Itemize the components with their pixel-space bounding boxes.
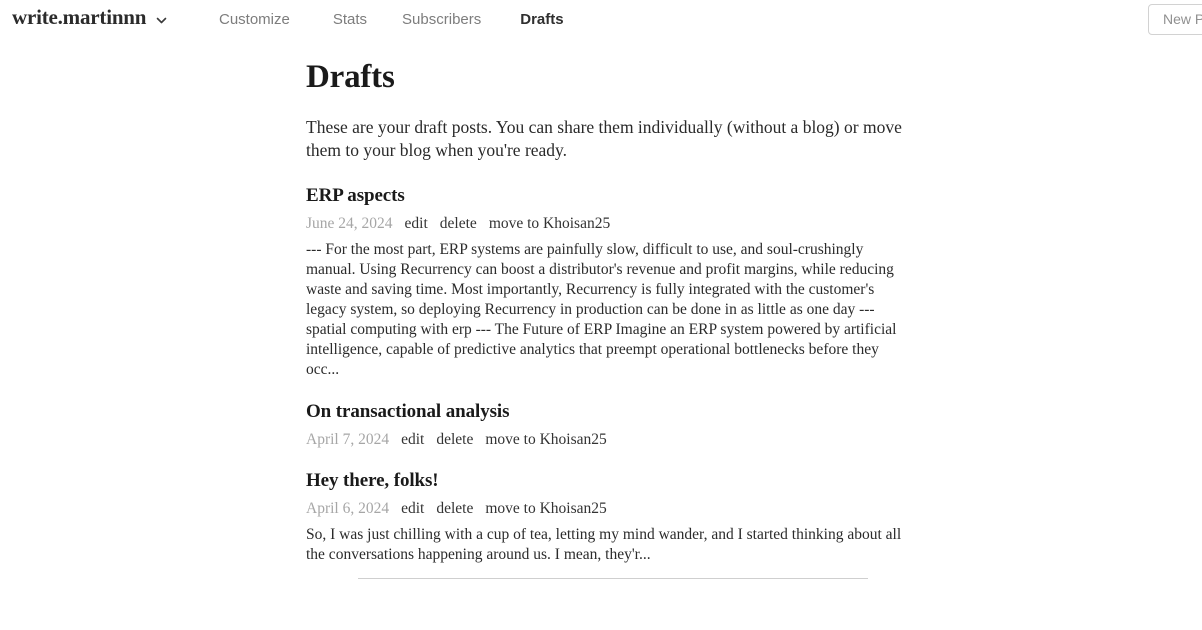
nav-item-stats[interactable]: Stats bbox=[333, 10, 367, 30]
draft-edit-link[interactable]: edit bbox=[401, 430, 424, 449]
draft-excerpt: So, I was just chilling with a cup of te… bbox=[306, 526, 902, 563]
draft-title[interactable]: On transactional analysis bbox=[306, 400, 922, 424]
nav-item-customize[interactable]: Customize bbox=[219, 10, 290, 30]
draft-title[interactable]: Hey there, folks! bbox=[306, 469, 922, 493]
new-post-button[interactable]: New Post bbox=[1148, 4, 1202, 35]
draft-move-link[interactable]: move to Khoisan25 bbox=[489, 214, 610, 233]
draft-date: April 7, 2024 bbox=[306, 431, 390, 448]
draft-delete-link[interactable]: delete bbox=[440, 214, 477, 233]
page-intro-text: These are your draft posts. You can shar… bbox=[306, 117, 902, 160]
draft-title[interactable]: ERP aspects bbox=[306, 184, 922, 208]
draft-item: Hey there, folks! April 6, 2024 edit del… bbox=[306, 469, 922, 565]
draft-excerpt: --- For the most part, ERP systems are p… bbox=[306, 241, 897, 378]
draft-delete-link[interactable]: delete bbox=[436, 499, 473, 518]
draft-delete-link[interactable]: delete bbox=[436, 430, 473, 449]
footer-divider bbox=[358, 578, 868, 579]
site-title: write.martinnn bbox=[12, 5, 147, 29]
drafts-list: ERP aspects June 24, 2024 edit delete mo… bbox=[306, 184, 922, 565]
draft-date: June 24, 2024 bbox=[306, 215, 393, 232]
draft-item: On transactional analysis April 7, 2024 … bbox=[306, 400, 922, 449]
main-nav: Customize Stats Subscribers Drafts bbox=[219, 10, 564, 30]
draft-meta-row: April 6, 2024 edit delete move to Khoisa… bbox=[306, 499, 922, 518]
draft-meta-row: April 7, 2024 edit delete move to Khoisa… bbox=[306, 430, 922, 449]
top-header: write.martinnn Customize Stats Subscribe… bbox=[0, 0, 1202, 42]
nav-item-subscribers[interactable]: Subscribers bbox=[402, 10, 481, 30]
draft-date: April 6, 2024 bbox=[306, 500, 390, 517]
draft-item: ERP aspects June 24, 2024 edit delete mo… bbox=[306, 184, 922, 380]
draft-edit-link[interactable]: edit bbox=[405, 214, 428, 233]
main-content: Drafts These are your draft posts. You c… bbox=[306, 42, 922, 581]
draft-edit-link[interactable]: edit bbox=[401, 499, 424, 518]
chevron-down-icon[interactable] bbox=[156, 15, 167, 26]
nav-item-drafts[interactable]: Drafts bbox=[520, 10, 563, 30]
draft-move-link[interactable]: move to Khoisan25 bbox=[485, 499, 606, 518]
draft-move-link[interactable]: move to Khoisan25 bbox=[485, 430, 606, 449]
draft-meta-row: June 24, 2024 edit delete move to Khoisa… bbox=[306, 214, 922, 233]
page-title: Drafts bbox=[306, 59, 395, 95]
site-brand[interactable]: write.martinnn bbox=[12, 4, 167, 30]
